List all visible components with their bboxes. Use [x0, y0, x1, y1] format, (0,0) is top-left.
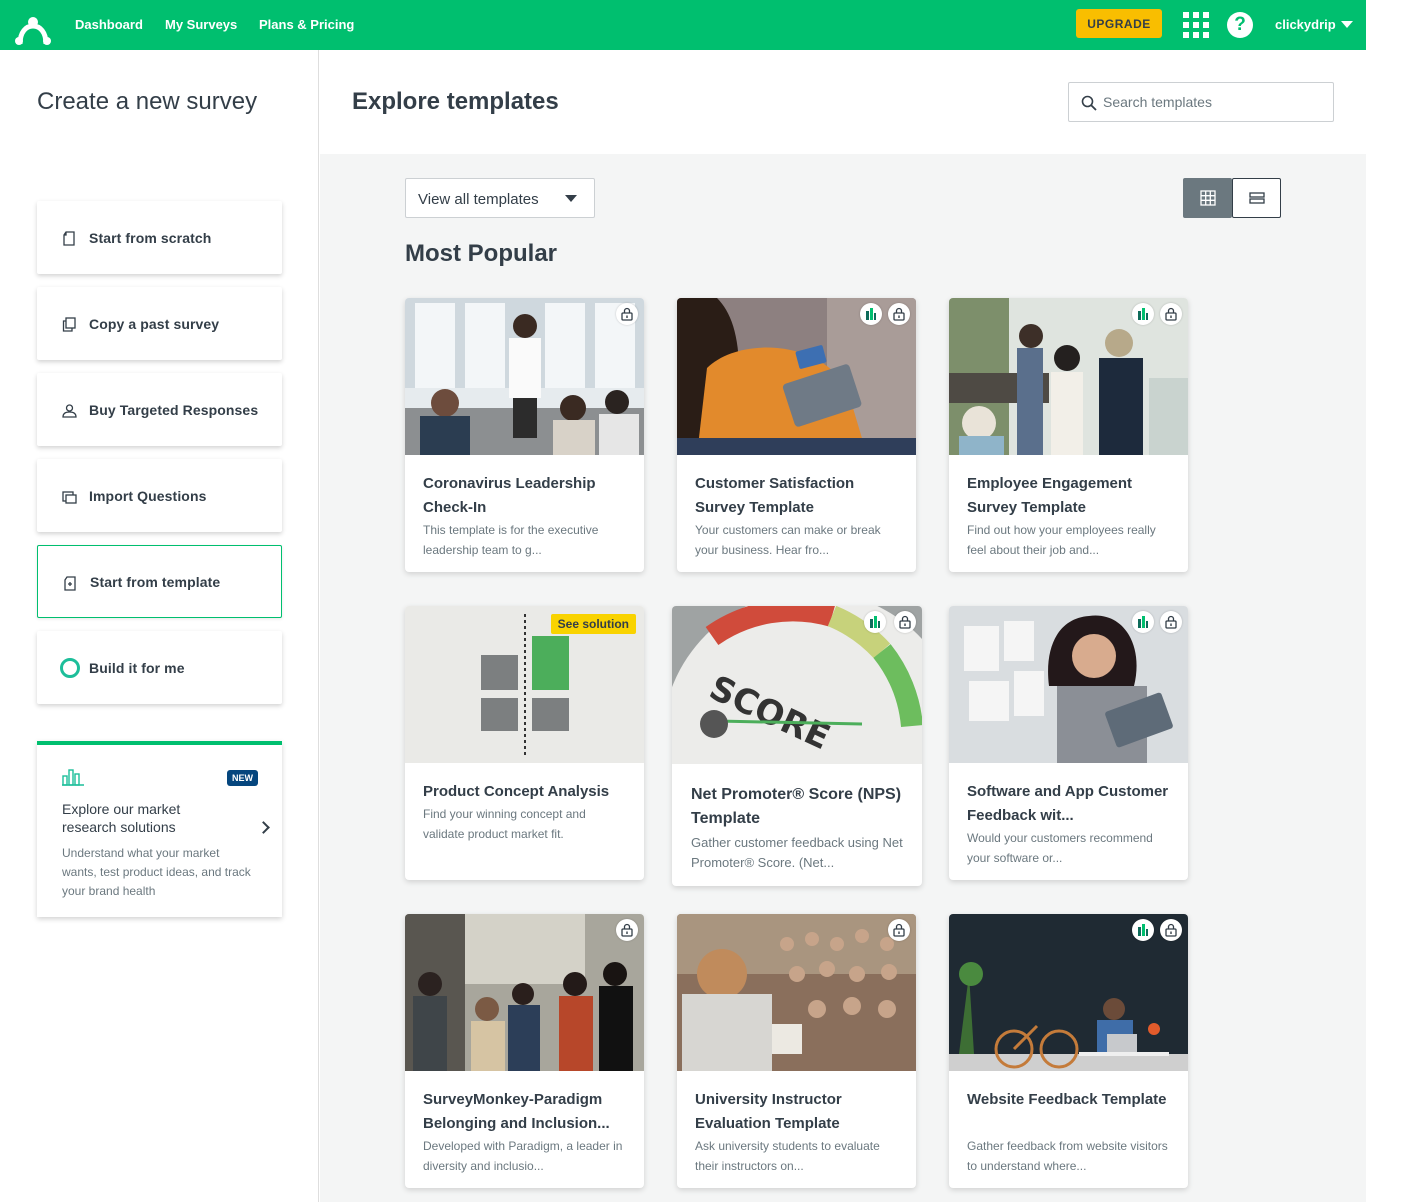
- build-it-for-me-option[interactable]: Build it for me: [37, 631, 282, 704]
- card-description: Would your customers recommend your soft…: [967, 831, 1153, 865]
- card-title: Coronavirus Leadership Check-In: [423, 475, 596, 516]
- benchmark-icon: [1132, 919, 1154, 941]
- copy-past-survey-option[interactable]: Copy a past survey: [37, 287, 282, 360]
- template-card[interactable]: Software and App Customer Feedback wit..…: [949, 606, 1188, 880]
- market-research-card[interactable]: NEW Explore our market research solution…: [37, 741, 282, 917]
- search-icon: [1081, 95, 1097, 111]
- card-title: Product Concept Analysis: [423, 783, 610, 800]
- lock-icon: [888, 303, 910, 325]
- card-description: Find out how your employees really feel …: [967, 523, 1156, 557]
- option-label: Buy Targeted Responses: [89, 401, 259, 418]
- card-image: [405, 914, 644, 1071]
- search-templates-field[interactable]: [1068, 82, 1334, 122]
- card-description: Your customers can make or break your bu…: [695, 523, 881, 557]
- search-input[interactable]: [1103, 92, 1323, 112]
- template-card[interactable]: Employee Engagement Survey Template Find…: [949, 298, 1188, 572]
- card-description: Gather customer feedback using Net Promo…: [691, 835, 903, 870]
- card-title: Software and App Customer Feedback wit..…: [967, 783, 1169, 824]
- card-title: Website Feedback Template: [967, 1091, 1167, 1108]
- card-title: Net Promoter® Score (NPS) Template: [691, 786, 902, 827]
- surveymonkey-logo[interactable]: [14, 14, 52, 48]
- ring-icon: [60, 658, 80, 678]
- page-icon: [63, 231, 75, 246]
- list-view-button[interactable]: [1232, 178, 1281, 218]
- benchmark-icon: [864, 611, 886, 633]
- import-icon: [62, 491, 77, 504]
- list-icon: [1248, 192, 1265, 204]
- start-from-template-option[interactable]: Start from template: [37, 545, 282, 618]
- market-title: Explore our market research solutions: [62, 801, 181, 835]
- card-image: [949, 298, 1188, 455]
- template-card[interactable]: SCORE Net Promoter® Score (NPS) Template…: [672, 606, 922, 886]
- chevron-down-icon: [565, 195, 577, 202]
- card-description: Find your winning concept and validate p…: [423, 807, 586, 841]
- benchmark-icon: [1132, 611, 1154, 633]
- chevron-right-icon[interactable]: [257, 821, 270, 834]
- help-icon[interactable]: ?: [1227, 12, 1253, 38]
- card-title: Customer Satisfaction Survey Template: [695, 475, 855, 516]
- lock-icon: [1160, 611, 1182, 633]
- lock-icon: [616, 303, 638, 325]
- new-badge: NEW: [227, 770, 258, 786]
- option-label: Start from template: [90, 573, 221, 590]
- import-questions-option[interactable]: Import Questions: [37, 459, 282, 532]
- template-filter-dropdown[interactable]: View all templates: [405, 178, 595, 218]
- card-title: SurveyMonkey-Paradigm Belonging and Incl…: [423, 1091, 610, 1132]
- card-title: Employee Engagement Survey Template: [967, 475, 1133, 516]
- upgrade-button[interactable]: UPGRADE: [1076, 9, 1162, 38]
- nav-plans-pricing[interactable]: Plans & Pricing: [259, 17, 354, 32]
- buy-targeted-responses-option[interactable]: Buy Targeted Responses: [37, 373, 282, 446]
- nav-my-surveys[interactable]: My Surveys: [165, 17, 237, 32]
- card-description: Developed with Paradigm, a leader in div…: [423, 1139, 623, 1173]
- lock-icon: [894, 611, 916, 633]
- benchmark-icon: [1132, 303, 1154, 325]
- lock-icon: [616, 919, 638, 941]
- apps-grid-icon[interactable]: [1183, 12, 1209, 38]
- dropdown-value: View all templates: [418, 191, 539, 208]
- template-card[interactable]: Customer Satisfaction Survey Template Yo…: [677, 298, 916, 572]
- benchmark-icon: [860, 303, 882, 325]
- top-navbar: Dashboard My Surveys Plans & Pricing UPG…: [0, 0, 1366, 50]
- card-description: Ask university students to evaluate thei…: [695, 1139, 880, 1173]
- card-image: [949, 914, 1188, 1071]
- most-popular-heading: Most Popular: [405, 240, 558, 267]
- option-label: Start from scratch: [89, 229, 212, 246]
- bar-chart-icon: [62, 769, 84, 786]
- option-label: Build it for me: [89, 659, 185, 676]
- explore-templates-title: Explore templates: [352, 88, 559, 115]
- nav-dashboard[interactable]: Dashboard: [75, 17, 143, 32]
- lock-icon: [888, 919, 910, 941]
- card-image: [949, 606, 1188, 763]
- user-menu-caret-icon[interactable]: [1341, 21, 1353, 28]
- template-card[interactable]: Website Feedback Template Gather feedbac…: [949, 914, 1188, 1188]
- see-solution-tag[interactable]: See solution: [550, 614, 636, 634]
- card-description: This template is for the executive leade…: [423, 523, 599, 557]
- template-card[interactable]: See solution Product Concept Analysis Fi…: [405, 606, 644, 880]
- template-card[interactable]: University Instructor Evaluation Templat…: [677, 914, 916, 1188]
- copy-icon: [62, 317, 76, 332]
- template-card[interactable]: Coronavirus Leadership Check-In This tem…: [405, 298, 644, 572]
- option-label: Import Questions: [89, 487, 207, 504]
- card-title: University Instructor Evaluation Templat…: [695, 1091, 842, 1132]
- card-image: [677, 914, 916, 1071]
- lock-icon: [1160, 303, 1182, 325]
- card-image: [405, 298, 644, 455]
- card-image: SCORE: [672, 606, 922, 764]
- person-icon: [62, 404, 77, 418]
- lock-icon: [1160, 919, 1182, 941]
- grid-icon: [1199, 190, 1216, 206]
- user-menu[interactable]: clickydrip: [1275, 17, 1336, 32]
- grid-view-button[interactable]: [1183, 178, 1232, 218]
- option-label: Copy a past survey: [89, 315, 220, 332]
- card-image: [677, 298, 916, 455]
- template-icon: [64, 576, 76, 591]
- template-card[interactable]: SurveyMonkey-Paradigm Belonging and Incl…: [405, 914, 644, 1188]
- create-survey-title: Create a new survey: [37, 88, 258, 115]
- start-from-scratch-option[interactable]: Start from scratch: [37, 201, 282, 274]
- market-description: Understand what your market wants, test …: [62, 846, 251, 898]
- card-description: Gather feedback from website visitors to…: [967, 1139, 1168, 1173]
